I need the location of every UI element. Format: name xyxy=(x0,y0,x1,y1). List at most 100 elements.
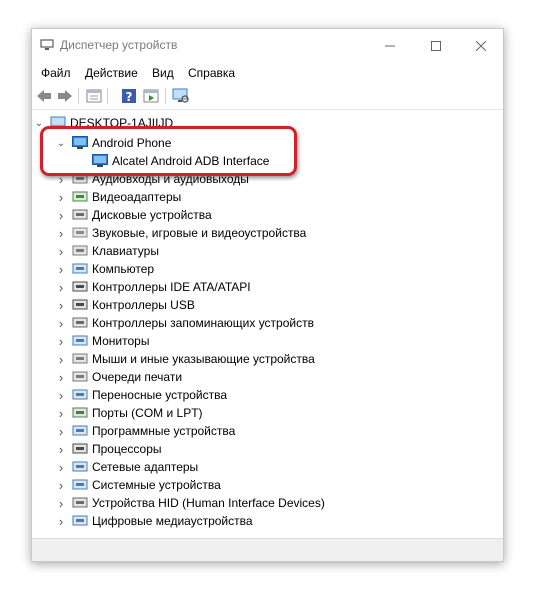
chevron-right-icon[interactable]: › xyxy=(56,512,66,530)
hid-icon xyxy=(72,496,88,510)
tree-category[interactable]: › Компьютер xyxy=(56,260,154,278)
menu-help[interactable]: Справка xyxy=(188,66,235,80)
tree-category-label: Сетевые адаптеры xyxy=(92,460,199,474)
mouse-icon xyxy=(72,352,88,366)
tree-category[interactable]: › Цифровые медиаустройства xyxy=(56,512,253,530)
disk-drive-icon xyxy=(72,208,88,222)
tree-category[interactable]: › Мониторы xyxy=(56,332,150,350)
tree-category[interactable]: › Устройства HID (Human Interface Devices… xyxy=(56,494,325,512)
processor-icon xyxy=(72,442,88,456)
tree-category[interactable]: › Процессоры xyxy=(56,440,162,458)
window-title: Диспетчер устройств xyxy=(60,38,178,52)
tree-category[interactable]: › Переносные устройства xyxy=(56,386,227,404)
tree-category-label: Системные устройства xyxy=(92,478,221,492)
chevron-right-icon[interactable]: › xyxy=(56,206,66,224)
back-button[interactable] xyxy=(35,87,53,105)
title-bar[interactable]: Диспетчер устройств xyxy=(32,29,503,62)
maximize-icon xyxy=(431,40,441,51)
tree-category-label: Процессоры xyxy=(92,442,162,456)
keyboard-icon xyxy=(72,244,88,258)
chevron-right-icon[interactable]: › xyxy=(56,278,66,296)
status-bar xyxy=(32,538,503,561)
device-manager-app-icon xyxy=(40,39,54,51)
sound-icon xyxy=(72,226,88,240)
back-icon xyxy=(37,90,51,102)
tree-category[interactable]: › Сетевые адаптеры xyxy=(56,458,198,476)
scan-hardware-icon xyxy=(172,88,189,103)
chevron-right-icon[interactable]: › xyxy=(56,386,66,404)
menu-view[interactable]: Вид xyxy=(152,66,174,80)
tree-category-label: Контроллеры запоминающих устройств xyxy=(92,316,314,330)
chevron-right-icon[interactable]: › xyxy=(56,314,66,332)
storage-controller-icon xyxy=(72,316,88,330)
tree-category-label: Клавиатуры xyxy=(92,244,159,258)
tree-category-label: Видеоадаптеры xyxy=(92,190,182,204)
menu-file[interactable]: Файл xyxy=(41,66,71,80)
tree-category[interactable]: › Мыши и иные указывающие устройства xyxy=(56,350,315,368)
properties-icon xyxy=(86,89,102,103)
tree-category-label: Устройства HID (Human Interface Devices) xyxy=(92,496,325,510)
chevron-right-icon[interactable]: › xyxy=(56,458,66,476)
maximize-button[interactable] xyxy=(413,29,459,62)
print-queue-icon xyxy=(72,370,88,384)
menu-action[interactable]: Действие xyxy=(85,66,138,80)
usb-controller-icon xyxy=(72,298,88,312)
properties-button[interactable] xyxy=(85,87,103,105)
chevron-right-icon[interactable]: › xyxy=(56,224,66,242)
chevron-right-icon[interactable]: › xyxy=(56,296,66,314)
chevron-right-icon[interactable]: › xyxy=(56,476,66,494)
tree-category[interactable]: › Контроллеры запоминающих устройств xyxy=(56,314,314,332)
tree-category[interactable]: › Порты (COM и LPT) xyxy=(56,404,203,422)
toolbar-separator xyxy=(107,88,108,104)
network-adapter-icon xyxy=(72,460,88,474)
tree-category[interactable]: › Клавиатуры xyxy=(56,242,159,260)
tree-category-label: Переносные устройства xyxy=(92,388,228,402)
chevron-right-icon[interactable]: › xyxy=(56,332,66,350)
display-adapter-icon xyxy=(72,190,88,204)
menu-bar: Файл Действие Вид Справка xyxy=(32,62,503,82)
forward-button[interactable] xyxy=(56,87,74,105)
tree-category[interactable]: › Видеоадаптеры xyxy=(56,188,181,206)
chevron-right-icon[interactable]: › xyxy=(56,404,66,422)
toolbar-separator xyxy=(78,88,79,104)
tree-category-label: Дисковые устройства xyxy=(92,208,212,222)
tree-category-label: Очереди печати xyxy=(92,370,183,384)
tree-category[interactable]: › Очереди печати xyxy=(56,368,182,386)
chevron-right-icon[interactable]: › xyxy=(56,260,66,278)
tree-category[interactable]: › Дисковые устройства xyxy=(56,206,212,224)
device-manager-window: Диспетчер устройств Файл Действие Вид Сп… xyxy=(31,28,504,562)
tree-category-label: Компьютер xyxy=(92,262,155,276)
chevron-right-icon[interactable]: › xyxy=(56,368,66,386)
monitor-icon xyxy=(72,334,88,348)
chevron-right-icon[interactable]: › xyxy=(56,188,66,206)
chevron-right-icon[interactable]: › xyxy=(56,494,66,512)
tree-category[interactable]: › Контроллеры USB xyxy=(56,296,195,314)
minimize-button[interactable] xyxy=(367,29,413,62)
toolbar: ? xyxy=(32,84,503,110)
toolbar-separator xyxy=(165,88,166,104)
tree-category-label: Мыши и иные указывающие устройства xyxy=(92,352,315,366)
tree-category[interactable]: › Программные устройства xyxy=(56,422,235,440)
chevron-right-icon[interactable]: › xyxy=(56,422,66,440)
tree-category[interactable]: › Контроллеры IDE ATA/ATAPI xyxy=(56,278,251,296)
portable-device-icon xyxy=(72,388,88,402)
tree-category[interactable]: › Системные устройства xyxy=(56,476,221,494)
chevron-right-icon[interactable]: › xyxy=(56,440,66,458)
chevron-right-icon[interactable]: › xyxy=(56,350,66,368)
tree-category-label: Порты (COM и LPT) xyxy=(92,406,203,420)
show-hidden-button[interactable] xyxy=(142,87,160,105)
tree-category-label: Звуковые, игровые и видеоустройства xyxy=(92,226,307,240)
show-hidden-icon xyxy=(143,89,159,103)
port-icon xyxy=(72,406,88,420)
forward-icon xyxy=(58,90,72,102)
tree-category[interactable]: › Звуковые, игровые и видеоустройства xyxy=(56,224,307,242)
close-button[interactable] xyxy=(458,29,504,62)
computer-icon xyxy=(72,262,88,276)
tree-category-label: Контроллеры USB xyxy=(92,298,195,312)
scan-hardware-button[interactable] xyxy=(172,87,190,105)
help-button[interactable]: ? xyxy=(120,87,138,105)
minimize-icon xyxy=(385,45,395,46)
help-icon: ? xyxy=(122,89,136,104)
tree-category-label: Мониторы xyxy=(92,334,150,348)
chevron-right-icon[interactable]: › xyxy=(56,242,66,260)
